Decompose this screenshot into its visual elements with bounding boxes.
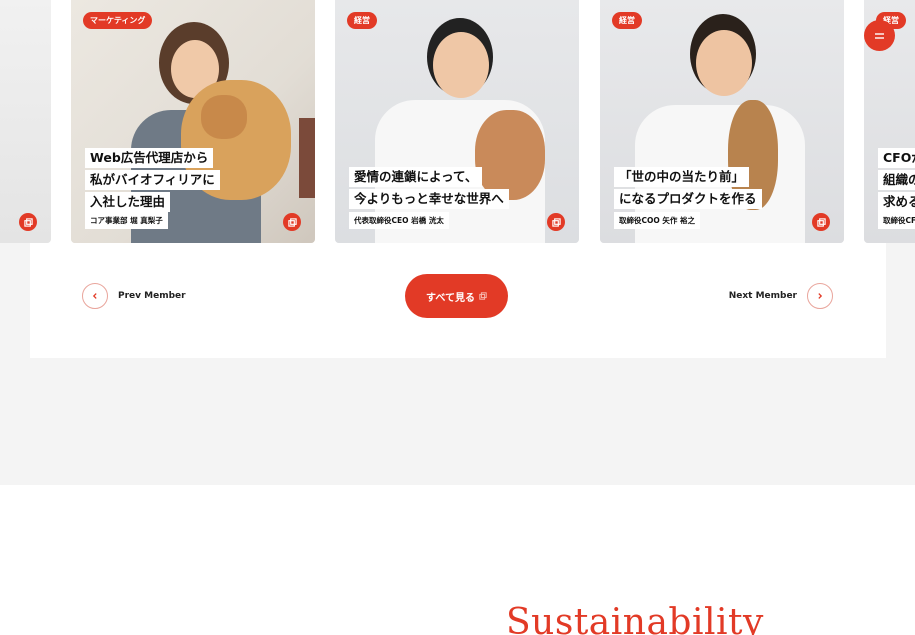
chevron-left-icon[interactable] [82,283,108,309]
title-line: 私がバイオフィリアに [85,170,220,190]
title-line: 入社した理由 [85,192,171,212]
member-photo [0,0,51,243]
external-link-icon[interactable] [547,213,565,231]
title-line: Web広告代理店から [85,148,214,168]
member-card-iwahashi[interactable]: 経営 愛情の連鎖によって、 今よりもっと幸せな世界へ 代表取締役CEO 岩橋 洸… [335,0,579,243]
sustainability-section [0,485,915,635]
member-name: 代表取締役CEO 岩橋 洸太 [349,212,449,229]
category-tag: 経営 [347,12,377,29]
section-heading: Sustainability [506,602,764,635]
member-card-title: 「世の中の当たり前」 になるプロダクトを作る [614,167,762,209]
member-card-partial-left[interactable] [0,0,51,243]
external-link-icon[interactable] [19,213,37,231]
title-line: CFOが [878,148,915,168]
title-line: 求める [878,192,915,212]
category-tag: 経営 [612,12,642,29]
title-line: になるプロダクトを作る [614,189,762,209]
menu-button[interactable] [864,20,895,51]
member-name: コア事業部 堀 真梨子 [85,212,168,229]
title-line: 今よりもっと幸せな世界へ [349,189,509,209]
category-tag: マーケティング [83,12,153,29]
next-member-label: Next Member [728,291,797,301]
chevron-right-icon[interactable] [807,283,833,309]
next-member-button[interactable]: Next Member [729,283,833,309]
title-line: 「世の中の当たり前」 [614,167,750,187]
member-card-title: CFOが 組織の 求める [878,148,915,212]
see-all-label: すべて見る [426,292,475,304]
member-card-yahagi[interactable]: 経営 「世の中の当たり前」 になるプロダクトを作る 取締役COO 矢作 裕之 [600,0,844,243]
member-name: 取締役COO 矢作 裕之 [614,212,700,229]
member-card-title: Web広告代理店から 私がバイオフィリアに 入社した理由 [85,148,220,212]
title-line: 愛情の連鎖によって、 [349,167,483,187]
external-link-icon[interactable] [283,213,301,231]
member-name: 取締役CF [878,212,915,229]
external-link-icon [479,292,487,300]
page: マーケティング Web広告代理店から 私がバイオフィリアに 入社した理由 コア事… [0,0,915,635]
prev-member-label: Prev Member [118,291,186,301]
title-line: 組織の [878,170,915,190]
prev-member-button[interactable]: Prev Member [82,283,186,309]
external-link-icon[interactable] [812,213,830,231]
member-card-hori[interactable]: マーケティング Web広告代理店から 私がバイオフィリアに 入社した理由 コア事… [71,0,315,243]
see-all-button[interactable]: すべて見る [405,274,508,318]
member-card-title: 愛情の連鎖によって、 今よりもっと幸せな世界へ [349,167,509,209]
menu-icon [875,32,884,39]
